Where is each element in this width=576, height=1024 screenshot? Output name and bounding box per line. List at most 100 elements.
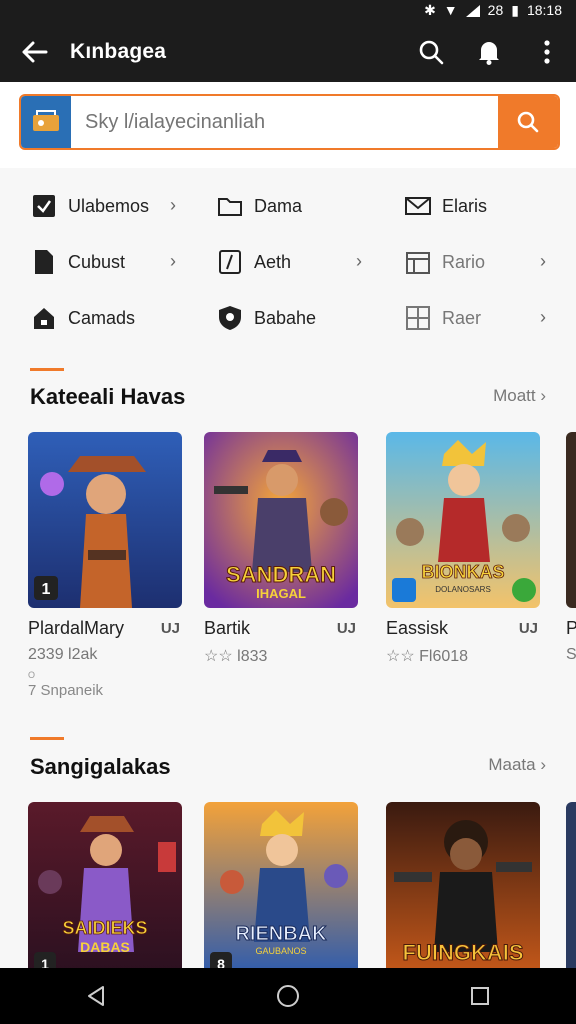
nav-home-button[interactable] — [258, 968, 318, 1024]
category-label: Ulabemos — [68, 195, 150, 216]
more-options-button[interactable] — [518, 24, 576, 80]
game-card[interactable]: SAIDIEKS DABAS 1 — [28, 802, 182, 978]
notifications-button[interactable] — [460, 24, 518, 80]
search-button[interactable] — [402, 24, 460, 80]
game-flag: UJ — [336, 620, 356, 637]
section-title: Sangigalakas — [30, 754, 171, 779]
checkbox-icon — [30, 192, 58, 220]
game-meta: 2339 l2ak — [28, 646, 98, 663]
circle-home-icon — [277, 985, 299, 1007]
search-area — [0, 82, 576, 168]
back-button[interactable] — [0, 24, 70, 80]
system-nav-bar — [0, 968, 576, 1024]
chevron-right-icon: › — [356, 251, 362, 271]
search-submit-button[interactable] — [498, 96, 558, 148]
game-thumbnail: SAIDIEKS DABAS 1 — [28, 802, 182, 978]
category-item[interactable]: Cubust — [30, 242, 125, 282]
category-label: Raer — [442, 307, 482, 328]
top-app-bar: ✱ ▼ 28 ▮ 18:18 Kınbagea — [0, 0, 576, 82]
game-thumbnail: SANDRAN IHAGAL — [204, 432, 358, 608]
bell-icon — [479, 42, 499, 65]
art-title: RIENBAK — [235, 923, 327, 945]
game-name: Bartik — [204, 618, 251, 638]
section-more-link[interactable]: Moatt › — [493, 386, 546, 406]
game-card[interactable]: SANDRAN IHAGAL Bartik UJ ☆☆ l833 — [204, 432, 358, 665]
clock: 18:18 — [526, 2, 562, 18]
search-icon — [419, 40, 444, 65]
game-card[interactable]: RIENBAK GAUBANOS 8 — [204, 802, 358, 978]
category-label: Aeth — [254, 251, 292, 272]
art-title: SANDRAN — [226, 562, 336, 587]
nav-recents-button[interactable] — [450, 968, 510, 1024]
section-accent — [30, 737, 64, 740]
home-icon — [30, 304, 58, 332]
category-label: Camads — [68, 307, 136, 328]
art-title: SAIDIEKS — [62, 918, 147, 938]
page-title: Kınbagea — [70, 40, 167, 63]
game-name: Eassisk — [386, 618, 449, 638]
category-grid: Ulabemos › Dama Elaris Cubust › Aeth › R… — [0, 178, 576, 346]
mail-icon — [404, 192, 432, 220]
shield-icon — [216, 304, 244, 332]
back-arrow-icon — [22, 41, 48, 63]
search-icon — [517, 111, 539, 133]
category-item[interactable]: Elaris — [404, 186, 487, 226]
game-thumbnail: 1 — [28, 432, 182, 608]
game-meta-small: O — [28, 670, 36, 680]
game-card-partial[interactable] — [566, 802, 576, 968]
wifi-icon: ▼ — [443, 2, 458, 18]
more-label: Maata — [488, 755, 536, 774]
chevron-right-icon: › — [170, 251, 176, 271]
triangle-back-icon — [88, 986, 104, 1006]
art-subtitle: GAUBANOS — [255, 946, 306, 956]
game-card[interactable]: BIONKAS DOLANOSARS Eassisk UJ ☆☆ Fl6018 — [386, 432, 540, 665]
category-label: Rario — [442, 251, 486, 272]
game-flag: UJ — [160, 620, 180, 637]
category-item[interactable]: Babahe — [216, 298, 316, 338]
section-more-link[interactable]: Maata › — [488, 755, 546, 775]
chevron-right-icon: › — [540, 307, 546, 327]
card-badge: 1 — [42, 581, 51, 598]
game-card-partial[interactable]: P S — [566, 432, 576, 692]
art-title: BIONKAS — [421, 562, 504, 582]
game-meta-secondary: 7 Snpaneik — [28, 682, 104, 699]
category-label: Babahe — [254, 307, 317, 328]
section-accent — [30, 368, 64, 371]
nav-back-button[interactable] — [66, 968, 126, 1024]
game-card[interactable]: 1 PlardalMary UJ 2339 l2ak O 7 Snpaneik — [28, 432, 182, 699]
square-recents-icon — [471, 987, 489, 1005]
chevron-right-icon: › — [540, 251, 546, 271]
more-vert-icon — [544, 40, 550, 64]
search-box — [19, 94, 560, 150]
game-name: P — [566, 618, 576, 638]
category-item[interactable]: Dama — [216, 186, 302, 226]
search-input[interactable] — [71, 96, 498, 148]
category-item[interactable]: Rario — [404, 242, 485, 282]
more-label: Moatt — [493, 386, 536, 405]
battery-label: 28 — [487, 2, 504, 18]
game-flag: UJ — [518, 620, 538, 637]
game-rating: ☆☆ Fl6018 — [386, 648, 469, 665]
category-item[interactable]: Raer — [404, 298, 481, 338]
game-thumbnail: RIENBAK GAUBANOS 8 — [204, 802, 358, 978]
category-item[interactable]: Aeth — [216, 242, 291, 282]
category-label: Dama — [254, 195, 303, 216]
battery-icon: ▮ — [511, 1, 519, 18]
signal-icon — [465, 4, 480, 17]
section-title: Kateeali Havas — [30, 384, 186, 409]
category-label: Elaris — [442, 195, 488, 216]
edit-icon — [216, 248, 244, 276]
game-meta: S — [566, 646, 576, 663]
game-thumbnail: BIONKAS DOLANOSARS — [386, 432, 540, 608]
document-icon — [30, 248, 58, 276]
status-bar: ✱ ▼ 28 ▮ 18:18 — [424, 0, 562, 20]
grid-icon — [404, 304, 432, 332]
game-name: PlardalMary — [28, 618, 125, 638]
game-card[interactable]: FUINGKAIS — [386, 802, 540, 978]
art-title: FUINGKAIS — [403, 940, 524, 965]
folder-icon — [216, 192, 244, 220]
chevron-right-icon: › — [170, 195, 176, 215]
category-item[interactable]: Camads — [30, 298, 135, 338]
bluetooth-icon: ✱ — [424, 1, 436, 18]
category-item[interactable]: Ulabemos — [30, 186, 149, 226]
